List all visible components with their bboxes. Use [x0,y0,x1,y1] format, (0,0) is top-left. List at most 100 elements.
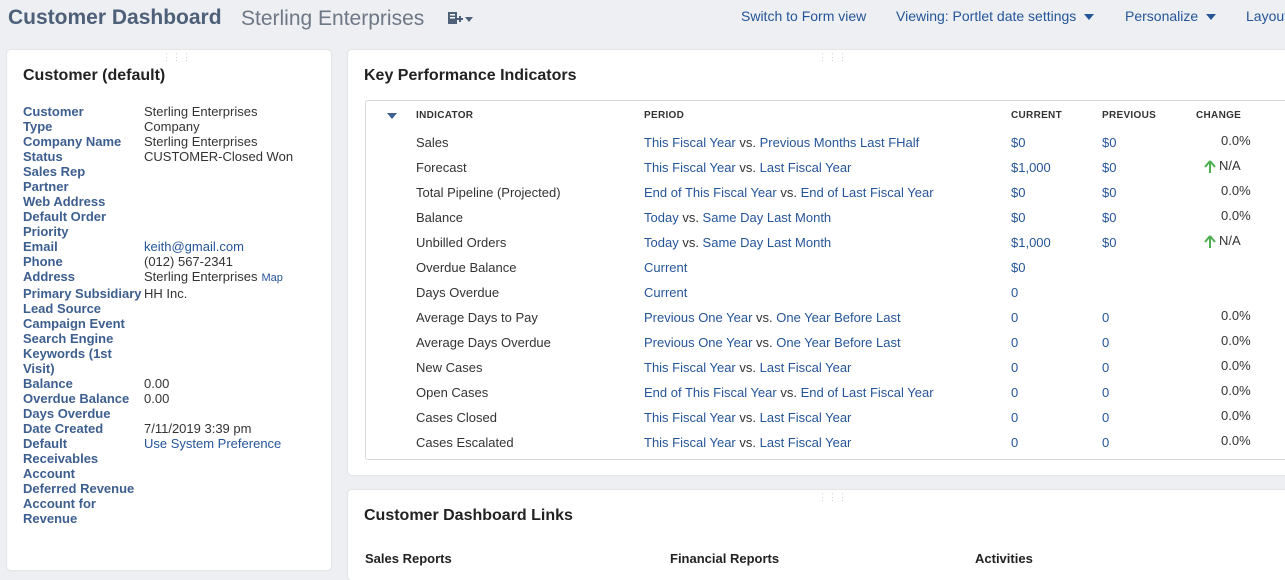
collapse-caret-icon[interactable] [387,113,397,119]
field-label[interactable]: Search Engine Keywords (1st Visit) [23,331,144,376]
personalize-dropdown[interactable]: Personalize [1125,8,1217,24]
field-label[interactable]: Sales Rep [23,164,144,179]
kpi-period-link[interactable]: Previous One Year [644,335,752,350]
kpi-period-compare-link[interactable]: Previous Months Last FHalf [760,135,920,150]
field-value[interactable]: Use System Preference [144,436,281,451]
kpi-period-compare-link[interactable]: Last Fiscal Year [760,410,852,425]
field-label[interactable]: Date Created [23,421,144,436]
viewing-dropdown[interactable]: Viewing: Portlet date settings [896,8,1095,24]
field-label[interactable]: Days Overdue [23,406,144,421]
field-label[interactable]: Email [23,239,144,254]
kpi-period-compare-link[interactable]: End of Last Fiscal Year [801,385,934,400]
field-label[interactable]: Web Address [23,194,144,209]
switch-form-view-link[interactable]: Switch to Form view [741,8,866,24]
kpi-previous-value[interactable]: 0 [1102,360,1109,375]
field-label[interactable]: Balance [23,376,144,391]
kpi-period-link[interactable]: Today [644,210,679,225]
field-value[interactable]: keith@gmail.com [144,239,244,254]
drag-handle-icon[interactable]: ⋮⋮⋮ [162,53,192,62]
kpi-current-value[interactable]: 0 [1011,410,1018,425]
field-label[interactable]: Phone [23,254,144,269]
kpi-period-compare-link[interactable]: Same Day Last Month [703,235,832,250]
drag-handle-icon[interactable]: ⋮⋮⋮ [818,53,848,62]
field-label[interactable]: Customer [23,104,144,119]
kpi-current-value[interactable]: $0 [1011,135,1025,150]
field-label[interactable]: Company Name [23,134,144,149]
field-label[interactable]: Partner [23,179,144,194]
kpi-previous-value[interactable]: $0 [1102,135,1116,150]
field-label[interactable]: Lead Source [23,301,144,316]
kpi-current-value[interactable]: 0 [1011,310,1018,325]
kpi-current-value[interactable]: 0 [1011,335,1018,350]
kpi-period-compare-link[interactable]: End of Last Fiscal Year [801,185,934,200]
field-label[interactable]: Address [23,269,144,284]
kpi-previous-value[interactable]: 0 [1102,385,1109,400]
kpi-current-value[interactable]: $0 [1011,210,1025,225]
kpi-previous-value[interactable]: 0 [1102,435,1109,450]
field-value-link[interactable]: Use System Preference [144,436,281,451]
links-group-financial-reports: Financial Reports [670,551,780,566]
add-portlet-menu[interactable] [447,10,473,27]
kpi-change-value: 0.0% [1221,358,1251,373]
field-label[interactable]: Status [23,149,144,164]
kpi-previous-value[interactable]: 0 [1102,310,1109,325]
kpi-current-value[interactable]: $1,000 [1011,160,1051,175]
field-label[interactable]: Deferred Revenue Account for Revenue [23,481,144,526]
kpi-current-value[interactable]: $1,000 [1011,235,1051,250]
kpi-previous-value[interactable]: $0 [1102,185,1116,200]
field-label[interactable]: Overdue Balance [23,391,144,406]
kpi-previous-value[interactable]: 0 [1102,335,1109,350]
kpi-period-vs: vs. [735,360,760,375]
field-label[interactable]: Default Receivables Account [23,436,144,481]
field-label[interactable]: Primary Subsidiary [23,286,144,301]
kpi-period-compare-link[interactable]: Last Fiscal Year [760,160,852,175]
kpi-period-vs: vs. [735,435,760,450]
kpi-period-link[interactable]: End of This Fiscal Year [644,185,777,200]
kpi-period-link[interactable]: Previous One Year [644,310,752,325]
kpi-period-link[interactable]: Today [644,235,679,250]
kpi-period-link[interactable]: Current [644,260,687,275]
kpi-period-compare-link[interactable]: Last Fiscal Year [760,360,852,375]
field-label[interactable]: Campaign Event [23,316,144,331]
kpi-row: Balance Today vs. Same Day Last Month $0 $0… [366,208,1285,235]
kpi-current-value[interactable]: 0 [1011,285,1018,300]
kpi-period-vs: vs. [735,410,760,425]
field-row: Balance 0.00 [23,376,323,391]
kpi-period-compare-link[interactable]: One Year Before Last [776,310,900,325]
kpi-current-value[interactable]: $0 [1011,185,1025,200]
kpi-period-link[interactable]: End of This Fiscal Year [644,385,777,400]
kpi-current-value[interactable]: 0 [1011,385,1018,400]
field-row: Search Engine Keywords (1st Visit) [23,331,323,376]
kpi-previous-value[interactable]: $0 [1102,160,1116,175]
links-group-sales-reports: Sales Reports [365,551,452,566]
kpi-row: Unbilled Orders Today vs. Same Day Last M… [366,233,1285,260]
field-value-link[interactable]: keith@gmail.com [144,239,244,254]
column-header-indicator: INDICATOR [416,110,474,121]
kpi-table: INDICATOR PERIOD CURRENT PREVIOUS CHANGE… [365,100,1285,460]
kpi-current-value[interactable]: 0 [1011,360,1018,375]
kpi-period-link[interactable]: This Fiscal Year [644,435,736,450]
kpi-previous-value[interactable]: $0 [1102,210,1116,225]
kpi-indicator: Unbilled Orders [416,235,507,250]
field-row: Lead Source [23,301,323,316]
chevron-down-icon [1206,14,1217,21]
map-link[interactable]: Map [261,272,282,284]
kpi-period-compare-link[interactable]: Same Day Last Month [703,210,832,225]
kpi-previous-value[interactable]: $0 [1102,235,1116,250]
layout-menu[interactable]: Layout [1246,8,1285,24]
field-label[interactable]: Type [23,119,144,134]
kpi-current-value[interactable]: $0 [1011,260,1025,275]
kpi-period-link[interactable]: This Fiscal Year [644,410,736,425]
kpi-period-compare-link[interactable]: Last Fiscal Year [760,435,852,450]
kpi-row: Sales This Fiscal Year vs. Previous Month… [366,133,1285,160]
field-label[interactable]: Default Order Priority [23,209,144,239]
kpi-period-link[interactable]: This Fiscal Year [644,135,736,150]
kpi-period-compare-link[interactable]: One Year Before Last [776,335,900,350]
drag-handle-icon[interactable]: ⋮⋮⋮ [818,493,848,502]
kpi-current-value[interactable]: 0 [1011,435,1018,450]
kpi-period-link[interactable]: This Fiscal Year [644,360,736,375]
kpi-period-link[interactable]: Current [644,285,687,300]
kpi-period-link[interactable]: This Fiscal Year [644,160,736,175]
kpi-previous-value[interactable]: 0 [1102,410,1109,425]
field-row: Type Company [23,119,323,134]
